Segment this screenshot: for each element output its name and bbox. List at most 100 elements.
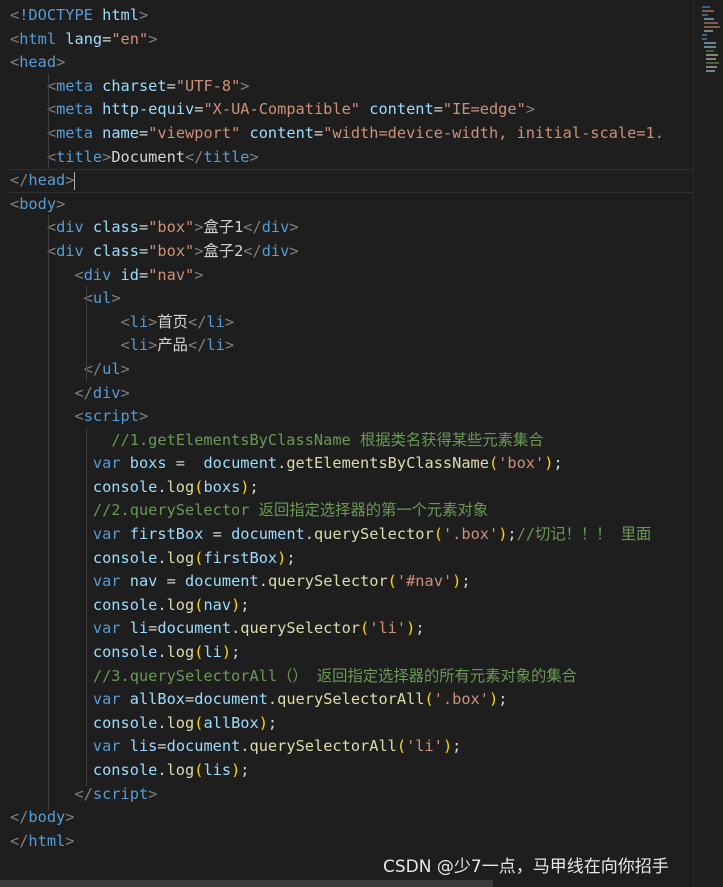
code-line[interactable]: <body> xyxy=(10,193,693,217)
code-line[interactable]: var boxs = document.getElementsByClassNa… xyxy=(10,452,693,476)
code-token: "box" xyxy=(148,241,195,260)
code-token: div xyxy=(261,241,290,260)
code-token: lis xyxy=(203,761,232,779)
code-line[interactable]: <title>Document</title> xyxy=(10,146,693,170)
code-token: "en" xyxy=(111,29,149,48)
code-line[interactable]: <div class="box">盒子2</div> xyxy=(10,240,693,264)
code-token: < xyxy=(74,265,84,284)
code-line[interactable]: <head> xyxy=(10,51,693,75)
code-token: getElementsByClassName xyxy=(286,454,489,473)
code-token: </ xyxy=(74,383,93,402)
code-line[interactable]: </script> xyxy=(10,783,693,807)
code-token: "IE=edge" xyxy=(442,100,526,119)
code-token: html xyxy=(28,831,66,850)
code-token: > xyxy=(148,312,158,331)
code-line[interactable]: var nav = document.querySelector('#nav')… xyxy=(10,570,693,594)
code-line[interactable]: <html lang="en"> xyxy=(10,28,693,52)
code-token: = xyxy=(138,218,149,237)
code-token: </ xyxy=(187,312,207,331)
code-token: http-equiv xyxy=(102,100,195,119)
code-token: "nav" xyxy=(148,265,195,284)
code-token: > xyxy=(224,312,235,331)
code-line[interactable]: </html> xyxy=(10,830,693,854)
code-token: . xyxy=(157,595,167,614)
code-line[interactable]: console.log(nav); xyxy=(10,594,693,618)
code-token: > xyxy=(224,336,235,355)
code-area[interactable]: <!DOCTYPE html> <html lang="en"> <head> <m… xyxy=(10,4,693,864)
code-editor[interactable]: <!DOCTYPE html> <html lang="en"> <head> <m… xyxy=(0,0,723,887)
code-token: = xyxy=(185,690,195,709)
code-line[interactable]: //2.querySelector 返回指定选择器的第一个元素对象 xyxy=(10,499,693,523)
code-line[interactable]: <ul> xyxy=(10,287,693,311)
code-line[interactable]: <meta charset="UTF-8"> xyxy=(10,75,693,99)
code-token: 首页 xyxy=(157,312,188,331)
code-token: ul xyxy=(92,289,112,308)
code-token: var xyxy=(92,737,121,756)
code-line[interactable]: </head> xyxy=(10,169,693,193)
code-token: > xyxy=(148,784,158,803)
code-token: class xyxy=(92,218,139,237)
code-line[interactable]: console.log(lis); xyxy=(10,759,693,783)
code-token: = xyxy=(102,29,112,48)
code-line[interactable]: //1.getElementsByClassName 根据类名获得某些元素集合 xyxy=(10,429,693,453)
code-token: ; xyxy=(461,572,471,591)
code-line[interactable]: <meta http-equiv="X-UA-Compatible" conte… xyxy=(10,98,693,122)
code-token: log xyxy=(166,761,195,779)
code-token: ) xyxy=(488,690,499,709)
code-line[interactable]: </div> xyxy=(10,382,693,406)
code-line[interactable]: <!DOCTYPE html> xyxy=(10,4,693,28)
code-line[interactable]: <script> xyxy=(10,405,693,429)
code-token: document xyxy=(203,454,278,473)
code-line[interactable]: console.log(firstBox); xyxy=(10,547,693,571)
code-line[interactable]: <div id="nav"> xyxy=(10,264,693,288)
code-line[interactable]: var allBox=document.querySelectorAll('.b… xyxy=(10,688,693,712)
code-line[interactable]: </ul> xyxy=(10,358,693,382)
code-token: div xyxy=(56,241,84,260)
code-line[interactable]: </body> xyxy=(10,806,693,830)
code-token: = xyxy=(138,123,149,142)
code-token: '.box' xyxy=(433,690,489,709)
code-line[interactable]: <meta name="viewport" content="width=dev… xyxy=(10,122,693,146)
code-token: > xyxy=(240,76,250,95)
code-token: lis xyxy=(129,737,158,756)
code-token: document xyxy=(166,737,241,756)
code-token: console xyxy=(92,643,158,662)
code-line[interactable]: var firstBox = document.querySelector('.… xyxy=(10,523,693,547)
code-token: < xyxy=(74,407,84,426)
code-token: id xyxy=(120,265,139,284)
code-token: > xyxy=(56,53,66,72)
code-line[interactable]: //3.querySelectorAll（） 返回指定选择器的所有元素对象的集合 xyxy=(10,665,693,689)
code-line[interactable]: <li>产品</li> xyxy=(10,334,693,358)
code-line[interactable]: console.log(li); xyxy=(10,641,693,665)
code-line[interactable]: var li=document.querySelector('li'); xyxy=(10,617,693,641)
code-token: < xyxy=(10,29,20,48)
code-token: 盒子2 xyxy=(203,241,244,260)
code-line[interactable]: var lis=document.querySelectorAll('li'); xyxy=(10,735,693,759)
csdn-watermark: CSDN @少7一点，马甲线在向你招手 xyxy=(383,857,669,877)
code-line[interactable]: <li>首页</li> xyxy=(10,311,693,335)
code-token: ; xyxy=(249,477,259,496)
code-token: = xyxy=(157,572,186,591)
code-line[interactable]: console.log(allBox); xyxy=(10,712,693,736)
code-line[interactable]: <div class="box">盒子1</div> xyxy=(10,216,693,240)
code-token: ) xyxy=(231,595,241,614)
code-token: div xyxy=(56,218,84,237)
horizontal-scrollbar[interactable] xyxy=(0,880,493,887)
code-token: = xyxy=(166,454,204,473)
code-token: > xyxy=(65,831,75,850)
vertical-scrollbar[interactable] xyxy=(693,0,723,887)
code-token: div xyxy=(261,218,290,237)
code-line[interactable]: console.log(boxs); xyxy=(10,476,693,500)
code-token: </ xyxy=(10,171,29,190)
